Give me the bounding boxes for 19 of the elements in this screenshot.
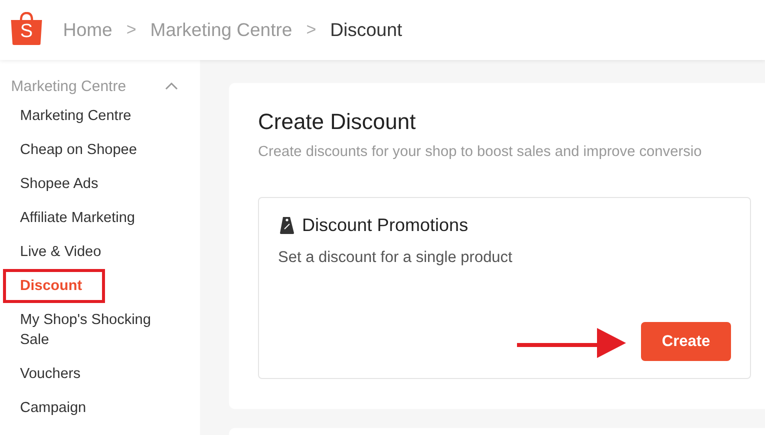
sidebar-item[interactable]: My Shop's Shocking Sale [10,303,185,357]
page-title: Create Discount [258,109,417,135]
breadcrumb-link[interactable]: Discount [330,19,402,41]
sidebar-item[interactable]: Marketing Centre [10,99,142,133]
sidebar-item[interactable]: Discount [3,269,106,303]
sidebar-item[interactable]: Vouchers [10,357,90,391]
chevron-up-icon[interactable] [165,82,178,90]
price-tag-icon [278,216,296,235]
card-title: Discount Promotions [302,215,468,236]
sidebar-item[interactable]: Campaign [10,391,96,425]
sidebar-item[interactable]: Shopee Ads [10,167,108,201]
card-description: Set a discount for a single product [278,249,514,267]
breadcrumb-separator: > [306,20,316,40]
page-subtitle: Create discounts for your shop to boost sales and improve conversio [258,144,703,160]
sidebar-item[interactable]: Live & Video [10,235,112,269]
breadcrumb-separator: > [126,20,136,40]
sidebar-item[interactable]: Cheap on Shopee [10,133,147,167]
create-button[interactable]: Create [641,322,731,361]
sidebar-item[interactable]: Affiliate Marketing [10,201,145,235]
